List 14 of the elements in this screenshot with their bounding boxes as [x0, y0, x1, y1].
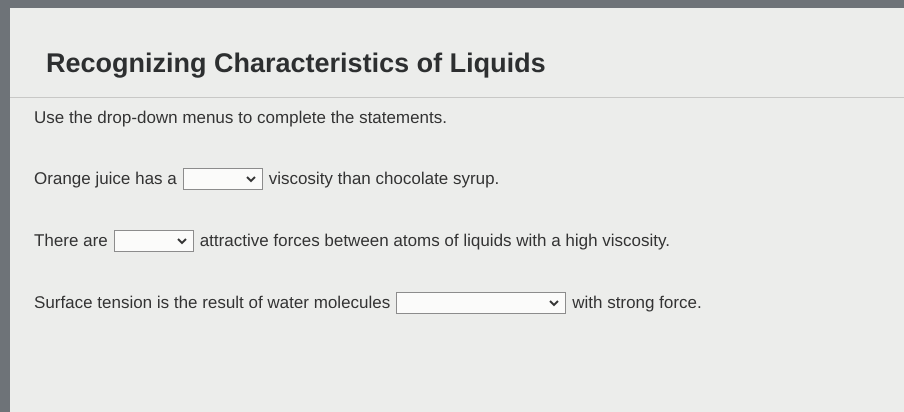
statement-text: viscosity than chocolate syrup.: [268, 169, 500, 189]
statement-text: Surface tension is the result of water molecules: [34, 293, 390, 313]
chevron-icon: [549, 300, 560, 306]
dropdown-menu[interactable]: [114, 230, 194, 252]
statement-text: attractive forces between atoms of liquids with a high viscosity.: [200, 231, 670, 251]
statement-text: Orange juice has a: [34, 169, 177, 189]
statement-text: with strong force.: [572, 293, 702, 313]
dropdown-menu[interactable]: [182, 168, 263, 190]
chevron-icon: [246, 176, 256, 182]
instructions: Use the drop-down menus to complete the statements.: [34, 108, 448, 128]
dropdown-menu[interactable]: [396, 292, 566, 314]
chevron-icon: [176, 238, 187, 244]
page-title: Recognizing Characteristics of Liquids: [10, 8, 904, 98]
statement-text: There are: [34, 231, 108, 251]
